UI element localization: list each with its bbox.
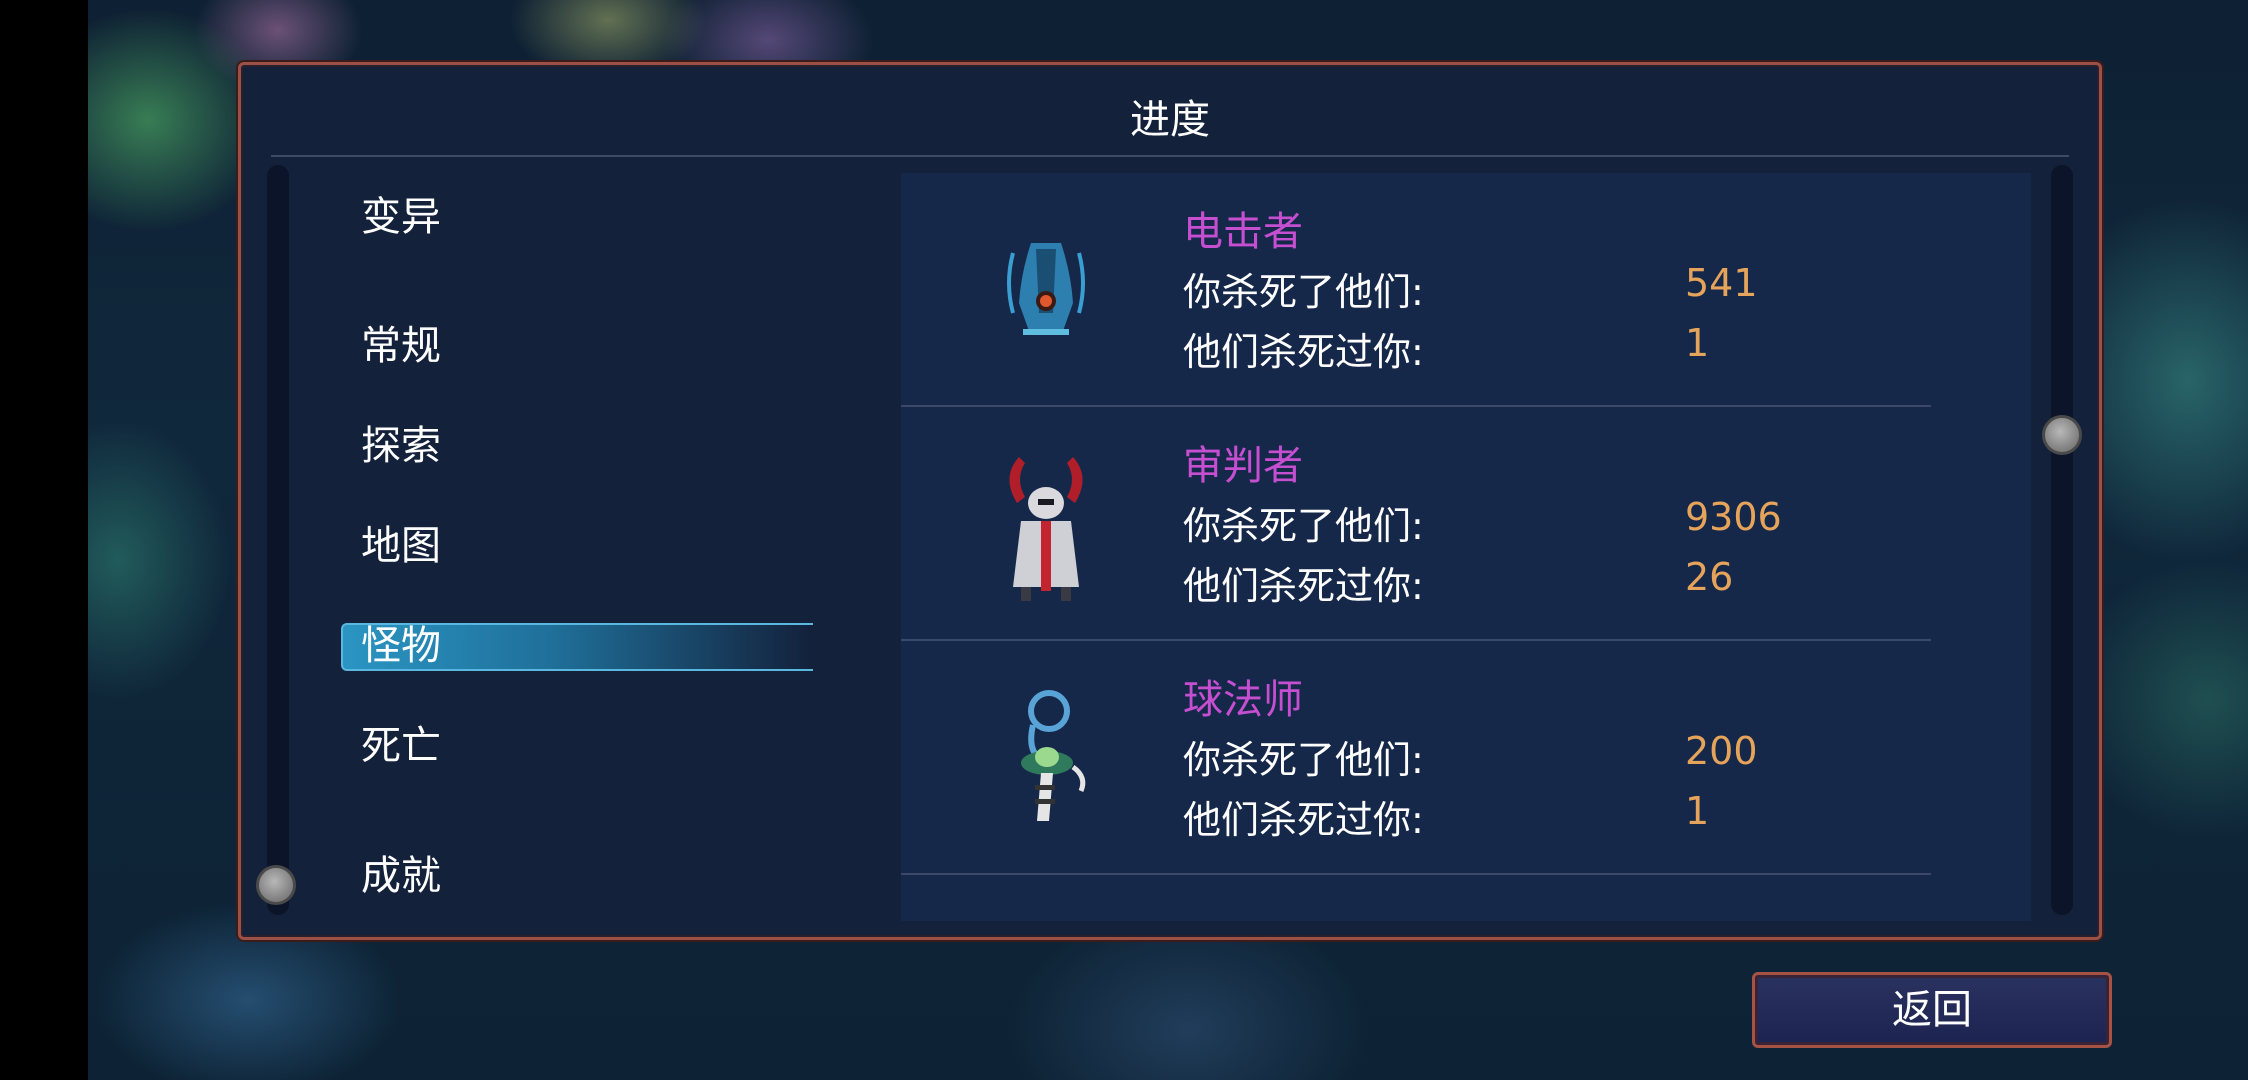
kills-value: 541: [1685, 261, 1758, 305]
deaths-label: 他们杀死过你:: [1183, 798, 1424, 842]
deaths-value: 1: [1685, 789, 1710, 833]
list-item[interactable]: 球法师 你杀死了他们: 200 他们杀死过你: 1: [901, 641, 2031, 875]
list-scrollbar[interactable]: [2051, 165, 2073, 915]
entry-divider: [901, 873, 1931, 875]
orb-mage-enemy-icon: [1021, 690, 1086, 821]
menu-scrollbar[interactable]: [267, 165, 289, 915]
kills-value: 200: [1685, 729, 1758, 773]
kills-label: 你杀死了他们:: [1183, 270, 1424, 314]
kills-value: 9306: [1685, 495, 1782, 539]
enemy-name: 电击者: [1183, 209, 1303, 255]
shocker-enemy-icon: [1007, 243, 1085, 335]
menu-item-general[interactable]: 常规: [361, 322, 441, 370]
list-item[interactable]: 审判者 你杀死了他们: 9306 他们杀死过你: 26: [901, 407, 2031, 641]
menu-item-map[interactable]: 地图: [361, 522, 441, 570]
enemy-name: 球法师: [1183, 677, 1303, 723]
list-scroll-knob[interactable]: [2042, 415, 2082, 455]
title-divider: [271, 155, 2069, 157]
menu-item-deaths[interactable]: 死亡: [361, 722, 441, 770]
kills-label: 你杀死了他们:: [1183, 504, 1424, 548]
panel-title: 进度: [1130, 97, 1210, 143]
kills-label: 你杀死了他们:: [1183, 738, 1424, 782]
menu-item-mutations[interactable]: 变异: [361, 193, 441, 241]
enemy-name: 审判者: [1183, 443, 1303, 489]
progress-panel: 进度 变异 常规 探索 地图 怪物 死亡 成就 电击者 你杀死了他们: 541 …: [238, 62, 2102, 940]
deaths-label: 他们杀死过你:: [1183, 564, 1424, 608]
menu-item-exploration[interactable]: 探索: [361, 422, 441, 470]
monster-list[interactable]: 电击者 你杀死了他们: 541 他们杀死过你: 1 审判者 你杀死了他们: 93…: [901, 173, 2031, 921]
list-item[interactable]: 电击者 你杀死了他们: 541 他们杀死过你: 1: [901, 173, 2031, 407]
menu-item-monsters[interactable]: 怪物: [361, 622, 441, 670]
back-button[interactable]: 返回: [1752, 972, 2112, 1048]
menu-item-achievements[interactable]: 成就: [361, 852, 441, 900]
menu-scroll-knob[interactable]: [256, 865, 296, 905]
inquisitor-enemy-icon: [1009, 457, 1083, 601]
deaths-label: 他们杀死过你:: [1183, 330, 1424, 374]
deaths-value: 1: [1685, 321, 1710, 365]
deaths-value: 26: [1685, 555, 1734, 599]
